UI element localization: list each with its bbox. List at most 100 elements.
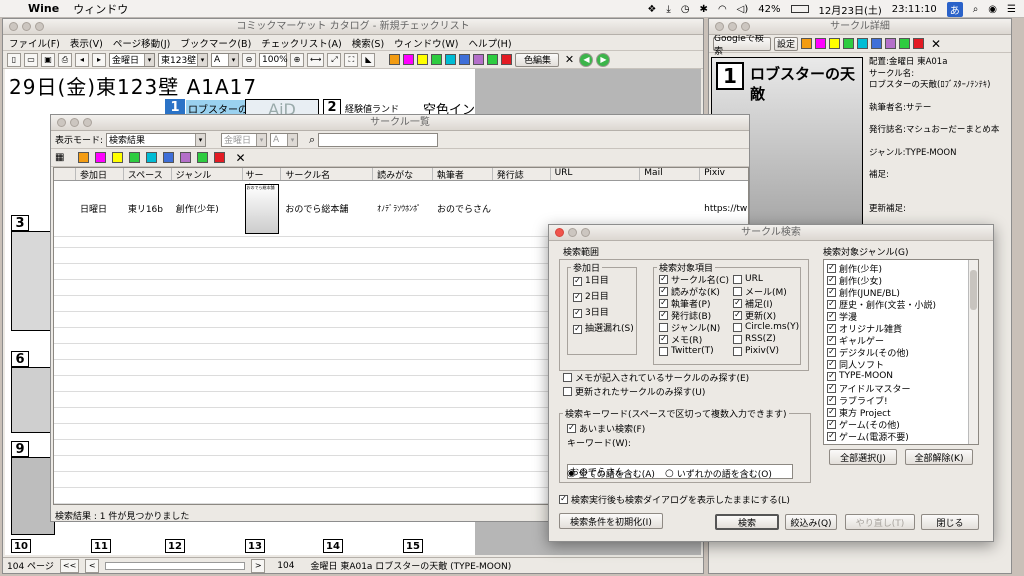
- volume-icon[interactable]: ◁): [737, 4, 749, 15]
- color-swatch-8[interactable]: [197, 152, 209, 163]
- genre-item[interactable]: ✓ ギャルゲー: [827, 334, 978, 347]
- col-check[interactable]: [54, 168, 76, 180]
- fit-page-icon[interactable]: ⤢: [327, 52, 342, 67]
- search-icon[interactable]: ⌕: [973, 4, 979, 15]
- genre-item[interactable]: ✓ 歴史・創作(文芸・小説): [827, 298, 978, 311]
- minimize-dot[interactable]: [568, 228, 577, 237]
- search-titlebar[interactable]: サークル検索: [549, 225, 993, 241]
- keep-open-checkbox[interactable]: ✓ 検索実行後も検索ダイアログを表示したままにする(L): [559, 493, 790, 506]
- menu-checklist[interactable]: チェックリスト(A): [261, 36, 341, 50]
- day-1-checkbox[interactable]: ✓ 1日目: [573, 273, 634, 289]
- clear-mark-icon[interactable]: ✕: [931, 37, 941, 51]
- color-swatch-6[interactable]: [163, 152, 175, 163]
- redo-button[interactable]: やり直し(T): [845, 514, 915, 530]
- genre-item[interactable]: ✓ ラブライブ!: [827, 394, 978, 407]
- window-menu[interactable]: ウィンドウ: [73, 1, 128, 17]
- genre-item[interactable]: ✓ ゲーム(その他): [827, 418, 978, 431]
- color-swatch-5[interactable]: [146, 152, 158, 163]
- updated-only-checkbox[interactable]: 更新されたサークルのみ探す(U): [563, 385, 705, 398]
- menu-file[interactable]: ファイル(F): [9, 36, 60, 50]
- target-rss-checkbox[interactable]: RSS(Z): [733, 333, 799, 345]
- genre-item[interactable]: ✓ ゲーム(電源不要): [827, 430, 978, 443]
- menu-view[interactable]: 表示(V): [70, 36, 103, 50]
- prev-page-icon[interactable]: ◂: [75, 52, 89, 67]
- genre-item[interactable]: ✓ 同人ソフト: [827, 358, 978, 371]
- color-swatch-9[interactable]: [913, 38, 924, 49]
- zoom-out-icon[interactable]: ⊖: [242, 52, 256, 67]
- col-day[interactable]: 参加日: [76, 168, 124, 181]
- zoom-dot[interactable]: [581, 228, 590, 237]
- clock-icon[interactable]: ◷: [681, 4, 690, 15]
- clear-mark-icon[interactable]: ✕: [562, 53, 576, 67]
- color-edit-button[interactable]: 色編集: [515, 52, 560, 67]
- color-swatch-9[interactable]: [214, 152, 226, 163]
- target-circlems-checkbox[interactable]: Circle.ms(Y): [733, 321, 799, 333]
- open-icon[interactable]: ▭: [24, 52, 38, 67]
- bluetooth-icon[interactable]: ✱: [700, 4, 708, 15]
- list-titlebar[interactable]: サークル一覧: [51, 115, 749, 131]
- day-select[interactable]: 金曜日 ▾: [221, 132, 268, 147]
- color-swatch-1[interactable]: [78, 152, 90, 163]
- clear-all-button[interactable]: 全部解除(K): [905, 449, 973, 465]
- col-cut[interactable]: サーク...: [243, 168, 282, 194]
- zoom-in-icon[interactable]: ⊕: [290, 52, 304, 67]
- any-words-radio[interactable]: ○ いずれかの語を含む(O): [665, 467, 772, 480]
- search-button[interactable]: 検索: [715, 514, 779, 530]
- col-name[interactable]: サークル名: [281, 168, 374, 181]
- scroll-thumb[interactable]: [970, 270, 977, 310]
- block-select[interactable]: A ▾: [211, 52, 239, 67]
- target-twitter-checkbox[interactable]: Twitter(T): [659, 345, 729, 357]
- zoom-dot[interactable]: [35, 22, 44, 31]
- cell-thumb[interactable]: [11, 231, 55, 331]
- target-circle-checkbox[interactable]: ✓ サークル名(C): [659, 273, 729, 286]
- color-swatch-1[interactable]: [389, 54, 401, 65]
- color-swatch-5[interactable]: [857, 38, 868, 49]
- menu-page[interactable]: ページ移動(J): [113, 36, 171, 50]
- col-space[interactable]: スペース: [124, 168, 172, 181]
- zoom-dot[interactable]: [83, 118, 92, 127]
- list-search-input[interactable]: [318, 132, 439, 147]
- fuzzy-checkbox[interactable]: ✓ あいまい検索(F): [567, 422, 645, 435]
- forward-icon[interactable]: ▶: [596, 52, 611, 67]
- dropbox-icon[interactable]: ❖: [647, 4, 656, 15]
- color-swatch-8[interactable]: [899, 38, 910, 49]
- zoom-dot[interactable]: [741, 22, 750, 31]
- color-swatch-3[interactable]: [112, 152, 124, 163]
- fit-width-icon[interactable]: ⟷: [307, 52, 325, 67]
- time-text[interactable]: 23:11:10: [892, 4, 937, 15]
- genre-list[interactable]: ✓ 創作(少年) ✓ 創作(少女) ✓ 創作(JUNE/BL) ✓ 歴史・創作(文芸・小…: [823, 259, 979, 445]
- clear-mark-icon[interactable]: ✕: [235, 151, 245, 165]
- close-button[interactable]: 閉じる: [921, 514, 979, 530]
- genre-item[interactable]: ✓ 創作(少年): [827, 262, 978, 275]
- minimize-dot[interactable]: [70, 118, 79, 127]
- color-swatch-6[interactable]: [459, 54, 471, 65]
- col-pixiv[interactable]: Pixiv: [700, 168, 748, 180]
- target-author-checkbox[interactable]: ✓ 執筆者(P): [659, 297, 729, 310]
- list-icon[interactable]: ☰: [1007, 4, 1016, 15]
- cell-thumb[interactable]: [11, 457, 55, 535]
- color-swatch-8[interactable]: [487, 54, 499, 65]
- select-all-button[interactable]: 全部選択(J): [829, 449, 897, 465]
- menu-search[interactable]: 検索(S): [352, 36, 384, 50]
- next-page-button[interactable]: >: [251, 558, 266, 573]
- google-search-button[interactable]: Googleで検索: [713, 34, 771, 57]
- target-memo-checkbox[interactable]: ✓ メモ(R): [659, 333, 729, 346]
- target-mail-checkbox[interactable]: メール(M): [733, 285, 799, 298]
- target-supplement-checkbox[interactable]: ✓ 補足(I): [733, 297, 799, 310]
- color-swatch-3[interactable]: [417, 54, 429, 65]
- target-pixiv-checkbox[interactable]: Pixiv(V): [733, 345, 799, 357]
- detail-titlebar[interactable]: サークル詳細: [709, 19, 1011, 35]
- close-dot[interactable]: [57, 118, 66, 127]
- cell-thumb[interactable]: [11, 367, 55, 433]
- color-swatch-7[interactable]: [180, 152, 192, 163]
- memo-only-checkbox[interactable]: メモが記入されているサークルのみ探す(E): [563, 371, 749, 384]
- list-view-icon[interactable]: ▦: [55, 152, 64, 163]
- battery-icon[interactable]: [790, 5, 809, 13]
- prev-page-button[interactable]: <: [85, 558, 100, 573]
- color-swatch-7[interactable]: [473, 54, 485, 65]
- color-swatch-4[interactable]: [129, 152, 141, 163]
- print-icon[interactable]: ⎙: [58, 52, 72, 67]
- col-issue[interactable]: 発行誌: [493, 168, 551, 181]
- main-titlebar[interactable]: コミックマーケット カタログ - 新規チェックリスト: [3, 19, 703, 35]
- col-genre[interactable]: ジャンル: [172, 168, 244, 181]
